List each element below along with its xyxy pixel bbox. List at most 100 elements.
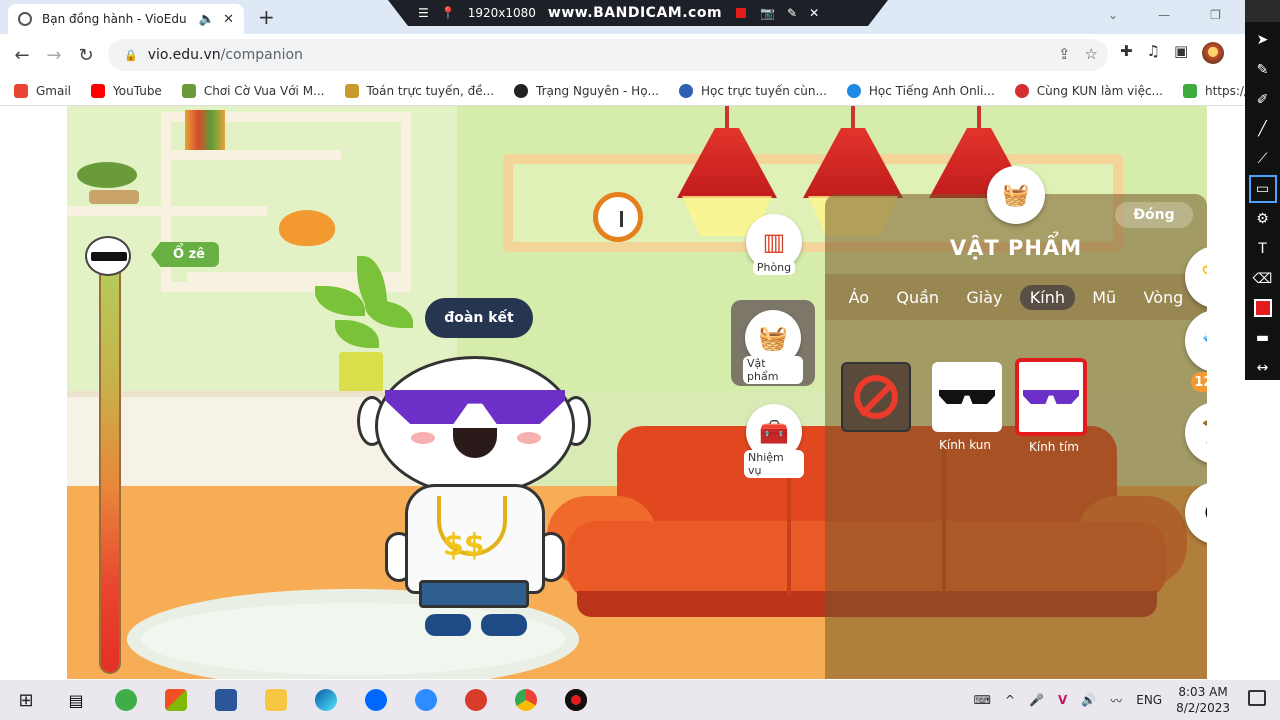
address-bar[interactable]: 🔒 vio.edu.vn/companion ⇪ ☆ (108, 39, 1108, 71)
speaker-icon[interactable]: 🔈 (199, 12, 215, 27)
rectangle-icon[interactable]: ▭ (1248, 175, 1277, 203)
kun-icon (1014, 83, 1029, 98)
companion-face-icon: 😎 (1203, 499, 1207, 527)
trophy-icon: 🏆 (1201, 263, 1207, 291)
quests-button[interactable]: 🧰 Nhiệm vụ (744, 404, 804, 478)
tab-pants[interactable]: Quần (886, 285, 949, 310)
pendant-lamp (803, 106, 903, 236)
companion-character[interactable]: $$ (357, 356, 597, 646)
expand-arrows-icon[interactable]: ↔ (1251, 356, 1275, 380)
windows-start-icon[interactable]: ⊞ (8, 682, 44, 718)
stroke-width-icon[interactable]: ▬ (1251, 326, 1275, 350)
file-explorer-icon[interactable] (258, 682, 294, 718)
recording-resolution: 1920x1080 (467, 6, 536, 20)
reload-icon[interactable]: ↻ (70, 45, 102, 66)
clock-date: 8/2/2023 (1176, 701, 1230, 715)
close-icon[interactable]: ✕ (809, 6, 819, 20)
bandicam-watermark: www.BANDICAM.com (547, 5, 723, 21)
taskbar-clock[interactable]: 8:03 AM 8/2/2023 (1176, 684, 1230, 716)
menu-icon[interactable]: ☰ (418, 6, 429, 20)
mic-icon[interactable]: 🎤 (1029, 693, 1044, 707)
app-icon-red[interactable] (458, 682, 494, 718)
tab-bracelet[interactable]: Vòng (1133, 285, 1193, 310)
text-icon[interactable]: T (1251, 237, 1275, 261)
clock-time: 8:03 AM (1178, 685, 1228, 699)
close-panel-button[interactable]: Đóng (1115, 202, 1193, 228)
keyboard-icon[interactable]: ⌨ (974, 693, 991, 707)
bookmark-math[interactable]: Toán trực tuyến, đề... (344, 83, 494, 98)
browser-tab-strip: Bạn đồng hành - VioEdu 🔈 ✕ + ☰ 📍 1920x10… (0, 0, 1245, 34)
tab-close-button[interactable]: ✕ (223, 12, 234, 27)
bookmark-trang-nguyen[interactable]: Trạng Nguyên - Họ... (514, 83, 659, 98)
app-icon-green[interactable] (108, 682, 144, 718)
color-swatch[interactable] (1251, 296, 1275, 320)
alarm-clock-decor (593, 186, 643, 242)
item-kinh-tim-label: Kính tím (1029, 440, 1079, 454)
minimize-icon[interactable]: — (1158, 8, 1170, 22)
chrome-icon[interactable] (508, 682, 544, 718)
chevron-up-icon[interactable]: ^ (1005, 693, 1015, 707)
item-none[interactable] (841, 362, 911, 432)
tab-title: Bạn đồng hành - VioEdu (42, 12, 187, 26)
chevron-down-icon[interactable]: ⌄ (1108, 8, 1118, 22)
restore-icon[interactable]: ❐ (1210, 8, 1221, 22)
zalo-icon[interactable] (358, 682, 394, 718)
items-basket-icon: 🧺 (758, 324, 788, 352)
app-tray-icon[interactable]: V (1058, 693, 1067, 707)
item-category-tabs: Áo Quần Giày Kính Mũ Vòng (825, 274, 1207, 320)
bookmark-gmail[interactable]: Gmail (14, 83, 71, 98)
tab-hat[interactable]: Mũ (1082, 285, 1126, 310)
line-icon[interactable]: ╱ (1251, 117, 1275, 141)
tab-shoes[interactable]: Giày (956, 285, 1012, 310)
items-button-label: Vật phẩm (743, 356, 803, 384)
profile-avatar[interactable] (1202, 42, 1225, 64)
media-control-icon[interactable]: ♫ (1147, 42, 1160, 64)
red-swatch (1253, 299, 1272, 318)
edge-icon[interactable] (308, 682, 344, 718)
highlighter-icon[interactable]: ✐ (1251, 88, 1275, 112)
bookmark-online-learning[interactable]: Học trực tuyến cùn... (679, 83, 827, 98)
bookmark-star-icon[interactable]: ☆ (1085, 45, 1098, 63)
item-kinh-kun[interactable] (932, 362, 1002, 432)
forward-arrow-icon[interactable]: → (38, 45, 70, 66)
eraser-icon[interactable]: ⌫ (1251, 267, 1275, 291)
wifi-icon[interactable]: 〰 (1110, 692, 1122, 709)
camera-icon[interactable]: 📷 (760, 6, 775, 20)
item-kinh-tim[interactable] (1015, 358, 1087, 436)
cursor-icon[interactable]: ➤ (1251, 28, 1275, 52)
browser-tab-active[interactable]: Bạn đồng hành - VioEdu 🔈 ✕ (8, 4, 244, 34)
new-tab-button[interactable]: + (258, 5, 275, 29)
tab-shirt[interactable]: Áo (839, 285, 879, 310)
stamp-icon[interactable]: ⚙ (1251, 207, 1275, 231)
pen-icon[interactable]: ✎ (787, 6, 797, 20)
input-language[interactable]: ENG (1136, 693, 1162, 707)
items-button[interactable]: 🧺 Vật phẩm (743, 310, 803, 384)
brush-icon[interactable]: ⟋ (1251, 147, 1275, 171)
bandicam-recorder-bar: ☰ 📍 1920x1080 www.BANDICAM.com 📷 ✎ ✕ (388, 0, 888, 26)
extensions-puzzle-icon[interactable]: ✚ (1120, 42, 1133, 64)
volume-icon[interactable]: 🔊 (1081, 693, 1096, 707)
back-arrow-icon[interactable]: ← (6, 45, 38, 66)
notification-icon[interactable] (1248, 690, 1266, 706)
companion-speech-bubble: đoàn kết (425, 298, 533, 338)
bandicam-icon[interactable] (558, 682, 594, 718)
shelf-board (161, 150, 341, 160)
share-icon[interactable]: ⇪ (1058, 45, 1071, 63)
bookmark-kun[interactable]: Cùng KUN làm việc... (1014, 83, 1163, 98)
bookmark-english[interactable]: Học Tiếng Anh Onli... (846, 83, 995, 98)
tab-glasses[interactable]: Kính (1019, 284, 1075, 310)
pencil-icon[interactable]: ✎ (1251, 58, 1275, 82)
record-stop-icon[interactable] (736, 8, 747, 18)
word-icon[interactable] (208, 682, 244, 718)
url-host: vio.edu.vn (147, 47, 221, 63)
mood-meter (99, 256, 121, 674)
room-button[interactable]: ▥ Phòng (744, 214, 804, 275)
app-icon-store[interactable] (158, 682, 194, 718)
pin-icon[interactable]: 📍 (441, 6, 456, 20)
zoom-icon[interactable] (408, 682, 444, 718)
bookmark-youtube[interactable]: YouTube (91, 83, 162, 98)
drawing-toolbar-header (1245, 0, 1280, 22)
side-panel-icon[interactable]: ▣ (1174, 42, 1188, 64)
task-view-icon[interactable]: ▤ (58, 682, 94, 718)
bookmark-chess[interactable]: Chơi Cờ Vua Với M... (181, 83, 325, 98)
